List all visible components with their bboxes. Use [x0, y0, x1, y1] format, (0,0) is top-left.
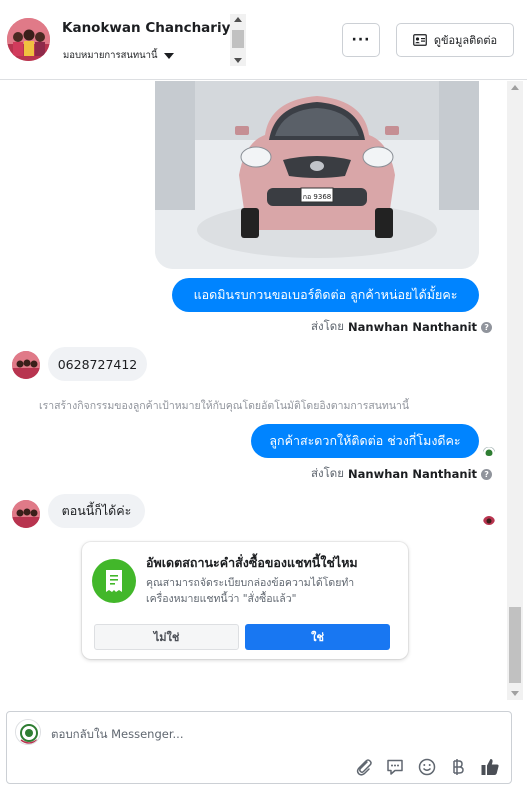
sent-by-label: ส่งโดย Nanwhan Nanthanit ? [311, 465, 493, 483]
scroll-down-arrow-icon[interactable] [511, 691, 519, 696]
no-button-label: ไม่ใช่ [153, 631, 180, 644]
message-thread[interactable]: กอ 9368 แอดมินรบกวนขอเบอร์ติดต่อ ลูกค้าห… [0, 81, 506, 700]
scroll-thumb[interactable] [509, 607, 521, 683]
sender-name: Nanwhan Nanthanit [348, 320, 478, 334]
sender-name: Nanwhan Nanthanit [348, 467, 478, 481]
help-icon[interactable]: ? [481, 321, 493, 333]
scroll-up-arrow-icon[interactable] [511, 85, 519, 90]
scroll-down-arrow-icon[interactable] [234, 58, 242, 63]
incoming-message[interactable]: ตอนนี้ก็ได้ค่ะ [48, 494, 145, 528]
yes-button-label: ใช่ [311, 631, 324, 644]
seen-avatar-icon [483, 513, 495, 525]
emoji-icon[interactable] [416, 756, 438, 778]
more-icon: ··· [351, 32, 371, 48]
help-icon[interactable]: ? [481, 468, 493, 480]
sent-by-label: ส่งโดย Nanwhan Nanthanit ? [311, 318, 493, 336]
thread-scrollbar[interactable] [507, 81, 523, 700]
reply-input[interactable] [51, 724, 451, 744]
message-text: ตอนนี้ก็ได้ค่ะ [61, 503, 132, 518]
message-text: ลูกค้าสะดวกให้ติดต่อ ช่วงกี่โมงดีคะ [269, 433, 461, 448]
payment-baht-icon[interactable] [447, 756, 469, 778]
contact-avatar-small[interactable] [12, 351, 40, 379]
saved-reply-icon[interactable] [384, 756, 406, 778]
caret-down-icon [163, 52, 174, 59]
message-text: แอดมินรบกวนขอเบอร์ติดต่อ ลูกค้าหน่อยได้ม… [193, 287, 458, 302]
seen-avatar-icon [483, 444, 495, 456]
scroll-thumb[interactable] [232, 30, 244, 48]
sent-by-prefix: ส่งโดย [311, 319, 345, 333]
sent-by-prefix: ส่งโดย [311, 466, 345, 480]
conversation-header: Kanokwan Chanchariyawt มอบหมายการสนทนานี… [0, 0, 527, 80]
order-status-prompt: อัพเดตสถานะคำสั่งซื้อของแชทนี้ใช่ไหม คุณ… [82, 542, 408, 659]
like-thumbs-up-icon[interactable] [479, 756, 501, 778]
yes-button[interactable]: ใช่ [245, 624, 390, 650]
view-contact-info-button[interactable]: ดูข้อมูลติดต่อ [396, 23, 514, 57]
order-receipt-icon [92, 559, 136, 603]
outgoing-message[interactable]: แอดมินรบกวนขอเบอร์ติดต่อ ลูกค้าหน่อยได้ม… [172, 278, 479, 312]
shared-car-photo[interactable]: กอ 9368 [155, 81, 479, 269]
outgoing-message[interactable]: ลูกค้าสะดวกให้ติดต่อ ช่วงกี่โมงดีคะ [251, 424, 479, 458]
contact-info-label: ดูข้อมูลติดต่อ [433, 34, 498, 47]
attach-icon[interactable] [353, 756, 375, 778]
scroll-up-arrow-icon[interactable] [234, 17, 242, 22]
reply-composer [6, 711, 512, 784]
system-notice: เราสร้างกิจกรรมของลูกค้าเป้าหมายให้กับคุ… [39, 400, 410, 412]
contact-name-box[interactable]: Kanokwan Chanchariyawt มอบหมายการสนทนานี… [60, 14, 246, 66]
incoming-message[interactable]: 0628727412 [48, 347, 147, 381]
assign-label: มอบหมายการสนทนานี้ [63, 50, 158, 61]
contact-avatar[interactable] [7, 18, 50, 61]
header-scrollbar[interactable] [230, 14, 246, 66]
assign-conversation-dropdown[interactable]: มอบหมายการสนทนานี้ [63, 48, 174, 63]
page-avatar [15, 719, 41, 745]
message-text: 0628727412 [57, 356, 138, 372]
more-options-button[interactable]: ··· [342, 23, 380, 57]
order-prompt-title: อัพเดตสถานะคำสั่งซื้อของแชทนี้ใช่ไหม [146, 555, 358, 570]
car-plate-text: กอ 9368 [303, 193, 331, 201]
contact-card-icon [412, 34, 427, 46]
no-button[interactable]: ไม่ใช่ [94, 624, 239, 650]
contact-avatar-small[interactable] [12, 500, 40, 528]
order-prompt-description: คุณสามารถจัดระเบียบกล่องข้อความได้โดยทำเ… [146, 577, 355, 605]
contact-name: Kanokwan Chanchariyawt [62, 20, 246, 36]
